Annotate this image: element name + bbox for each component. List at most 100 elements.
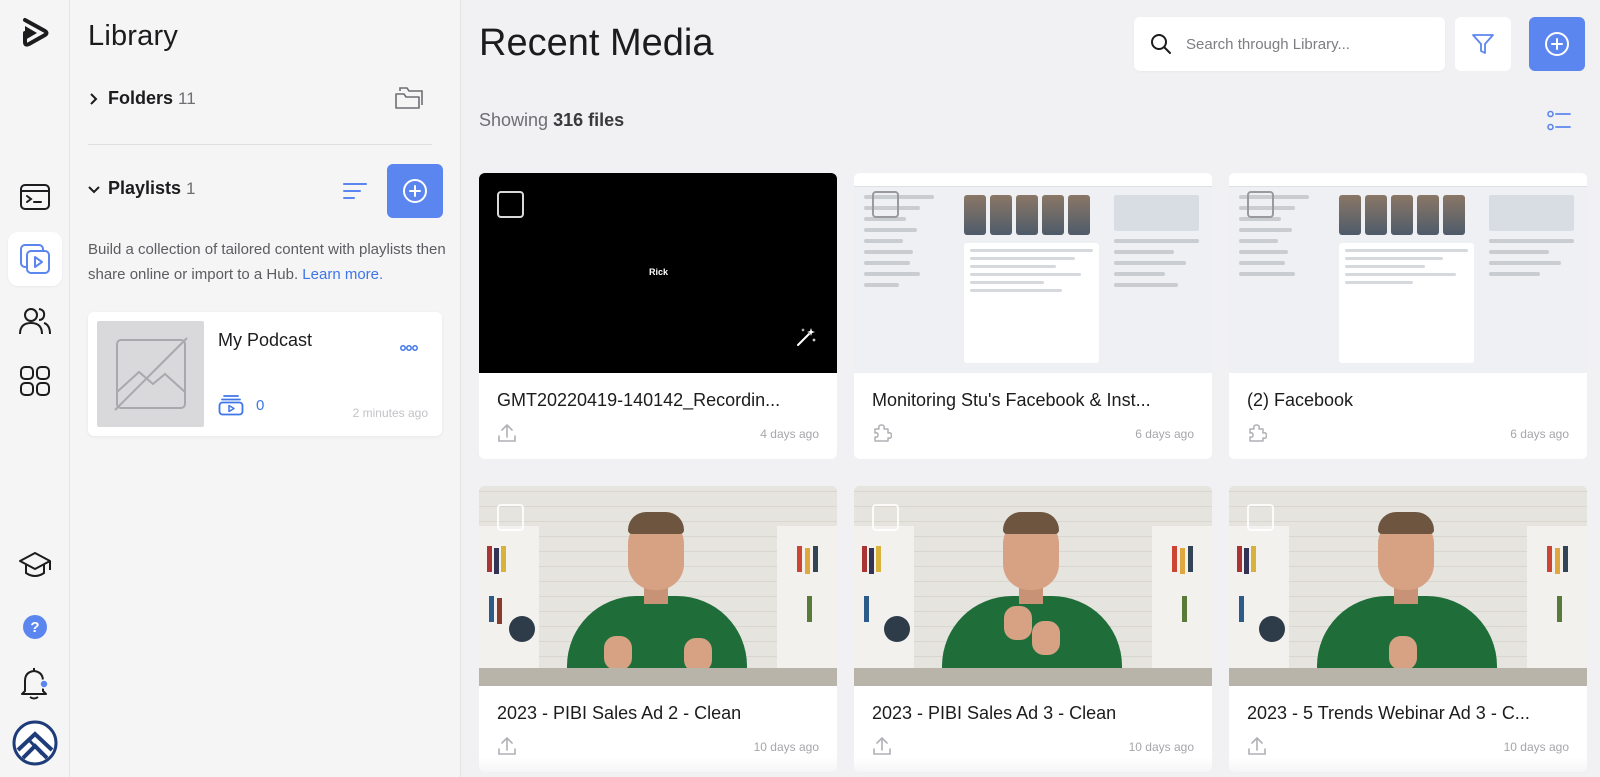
sort-playlists-button[interactable] — [342, 180, 368, 207]
media-timestamp: 6 days ago — [1135, 427, 1194, 441]
playlist-timestamp: 2 minutes ago — [352, 406, 428, 420]
media-thumbnail — [854, 173, 1212, 373]
select-checkbox[interactable] — [872, 191, 899, 218]
playlist-thumbnail — [97, 321, 204, 427]
select-checkbox[interactable] — [1247, 504, 1274, 531]
chevron-right-icon — [88, 92, 102, 105]
select-checkbox[interactable] — [497, 191, 524, 218]
extension-icon — [1247, 423, 1268, 448]
playlist-card[interactable]: My Podcast 0 2 minutes ago — [88, 312, 442, 436]
library-title: Library — [88, 20, 179, 52]
media-timestamp: 10 days ago — [1128, 740, 1194, 754]
page-title: Recent Media — [479, 22, 714, 64]
grid-apps-icon — [20, 366, 50, 396]
showing-count: 316 files — [553, 110, 625, 130]
media-timestamp: 6 days ago — [1510, 427, 1569, 441]
sort-icon — [343, 183, 367, 199]
media-title: 2023 - PIBI Sales Ad 2 - Clean — [497, 703, 742, 723]
bell-icon — [21, 668, 49, 700]
filter-button[interactable] — [1455, 17, 1511, 71]
add-media-button[interactable] — [1529, 17, 1585, 71]
media-timestamp: 4 days ago — [760, 427, 819, 441]
media-thumbnail: Rick — [479, 173, 837, 373]
help-icon: ? — [23, 615, 47, 639]
media-card[interactable]: 2023 - PIBI Sales Ad 3 - Clean 10 days a… — [854, 486, 1212, 772]
search-input[interactable] — [1186, 35, 1416, 53]
media-title: Monitoring Stu's Facebook & Inst... — [872, 390, 1151, 410]
add-playlist-button[interactable] — [387, 164, 443, 218]
terminal-window-icon — [20, 184, 50, 210]
new-folder-button[interactable] — [394, 86, 424, 115]
folders-section-toggle[interactable]: Folders 11 — [88, 88, 432, 109]
media-title: GMT20220419-140142_Recordin... — [497, 390, 781, 410]
logo-icon — [23, 18, 49, 47]
more-horizontal-icon — [400, 345, 418, 351]
scroll-fade — [461, 757, 1600, 777]
media-title: (2) Facebook — [1247, 390, 1354, 410]
users-icon — [19, 308, 51, 335]
thumbnail-caption: Rick — [649, 267, 669, 277]
select-checkbox[interactable] — [497, 504, 524, 531]
media-library-icon — [20, 244, 50, 274]
video-stack-icon — [218, 395, 244, 416]
description-text: Build a collection of tailored content w… — [88, 241, 446, 283]
section-divider — [88, 144, 432, 145]
playlists-section-toggle[interactable]: Playlists 1 — [88, 178, 432, 199]
select-checkbox[interactable] — [872, 504, 899, 531]
upload-icon — [497, 423, 517, 448]
plus-circle-icon — [1545, 32, 1569, 56]
media-card[interactable]: 2023 - 5 Trends Webinar Ad 3 - C... 10 d… — [1229, 486, 1587, 772]
chevron-down-icon — [88, 184, 102, 194]
learn-more-link[interactable]: Learn more. — [302, 266, 383, 283]
playlists-count: 1 — [186, 178, 196, 198]
media-card[interactable]: Monitoring Stu's Facebook & Inst... 6 da… — [854, 173, 1212, 459]
video-count-value: 0 — [256, 396, 265, 414]
media-card[interactable]: (2) Facebook 6 days ago — [1229, 173, 1587, 459]
rail-item-notifications[interactable] — [8, 656, 62, 710]
showing-prefix: Showing — [479, 110, 549, 130]
avatar-logo-icon — [12, 720, 58, 766]
rail-item-contacts[interactable] — [8, 294, 62, 348]
rail-item-library[interactable] — [8, 232, 62, 286]
media-title: 2023 - PIBI Sales Ad 3 - Clean — [872, 703, 1117, 723]
media-thumbnail — [1229, 486, 1587, 686]
plus-circle-icon — [403, 179, 427, 203]
rail-item-help[interactable]: ? — [8, 600, 62, 654]
magic-wand-icon[interactable] — [795, 326, 817, 353]
app-logo[interactable] — [8, 6, 62, 60]
select-checkbox[interactable] — [1247, 191, 1274, 218]
media-card[interactable]: Rick GMT20220419-140142_Recordin... 4 da… — [479, 173, 837, 459]
media-thumbnail — [1229, 173, 1587, 373]
media-timestamp: 10 days ago — [1503, 740, 1569, 754]
rail-item-academy[interactable] — [8, 538, 62, 592]
file-count-text: Showing 316 files — [479, 110, 624, 131]
media-thumbnail — [854, 486, 1212, 686]
playlists-label: Playlists — [108, 178, 182, 198]
search-box[interactable] — [1134, 17, 1445, 71]
main-content: Recent Media Showing 316 files — [461, 0, 1600, 777]
left-rail: ? — [0, 0, 70, 777]
playlists-description: Build a collection of tailored content w… — [88, 237, 448, 287]
media-title: 2023 - 5 Trends Webinar Ad 3 - C... — [1247, 703, 1530, 723]
folders-icon — [395, 87, 423, 109]
svg-text:?: ? — [30, 619, 39, 636]
graduation-cap-icon — [19, 552, 51, 577]
playlist-video-count: 0 — [218, 394, 264, 416]
rail-item-hubs[interactable] — [8, 354, 62, 408]
filter-funnel-icon — [1472, 34, 1494, 54]
image-placeholder-icon — [113, 337, 188, 411]
media-thumbnail — [479, 486, 837, 686]
user-avatar[interactable] — [8, 716, 62, 770]
media-card[interactable]: 2023 - PIBI Sales Ad 2 - Clean 10 days a… — [479, 486, 837, 772]
folders-count: 11 — [178, 88, 196, 108]
playlist-more-button[interactable] — [400, 338, 418, 356]
media-timestamp: 10 days ago — [753, 740, 819, 754]
library-panel: Library Folders 11 Playlists 1 Build a c… — [70, 0, 461, 777]
folders-label: Folders — [108, 88, 174, 108]
list-view-icon — [1547, 110, 1571, 131]
list-view-toggle[interactable] — [1547, 110, 1571, 137]
extension-icon — [872, 423, 893, 448]
playlist-name: My Podcast — [218, 330, 313, 350]
search-icon — [1151, 34, 1171, 54]
rail-item-recordings[interactable] — [8, 170, 62, 224]
